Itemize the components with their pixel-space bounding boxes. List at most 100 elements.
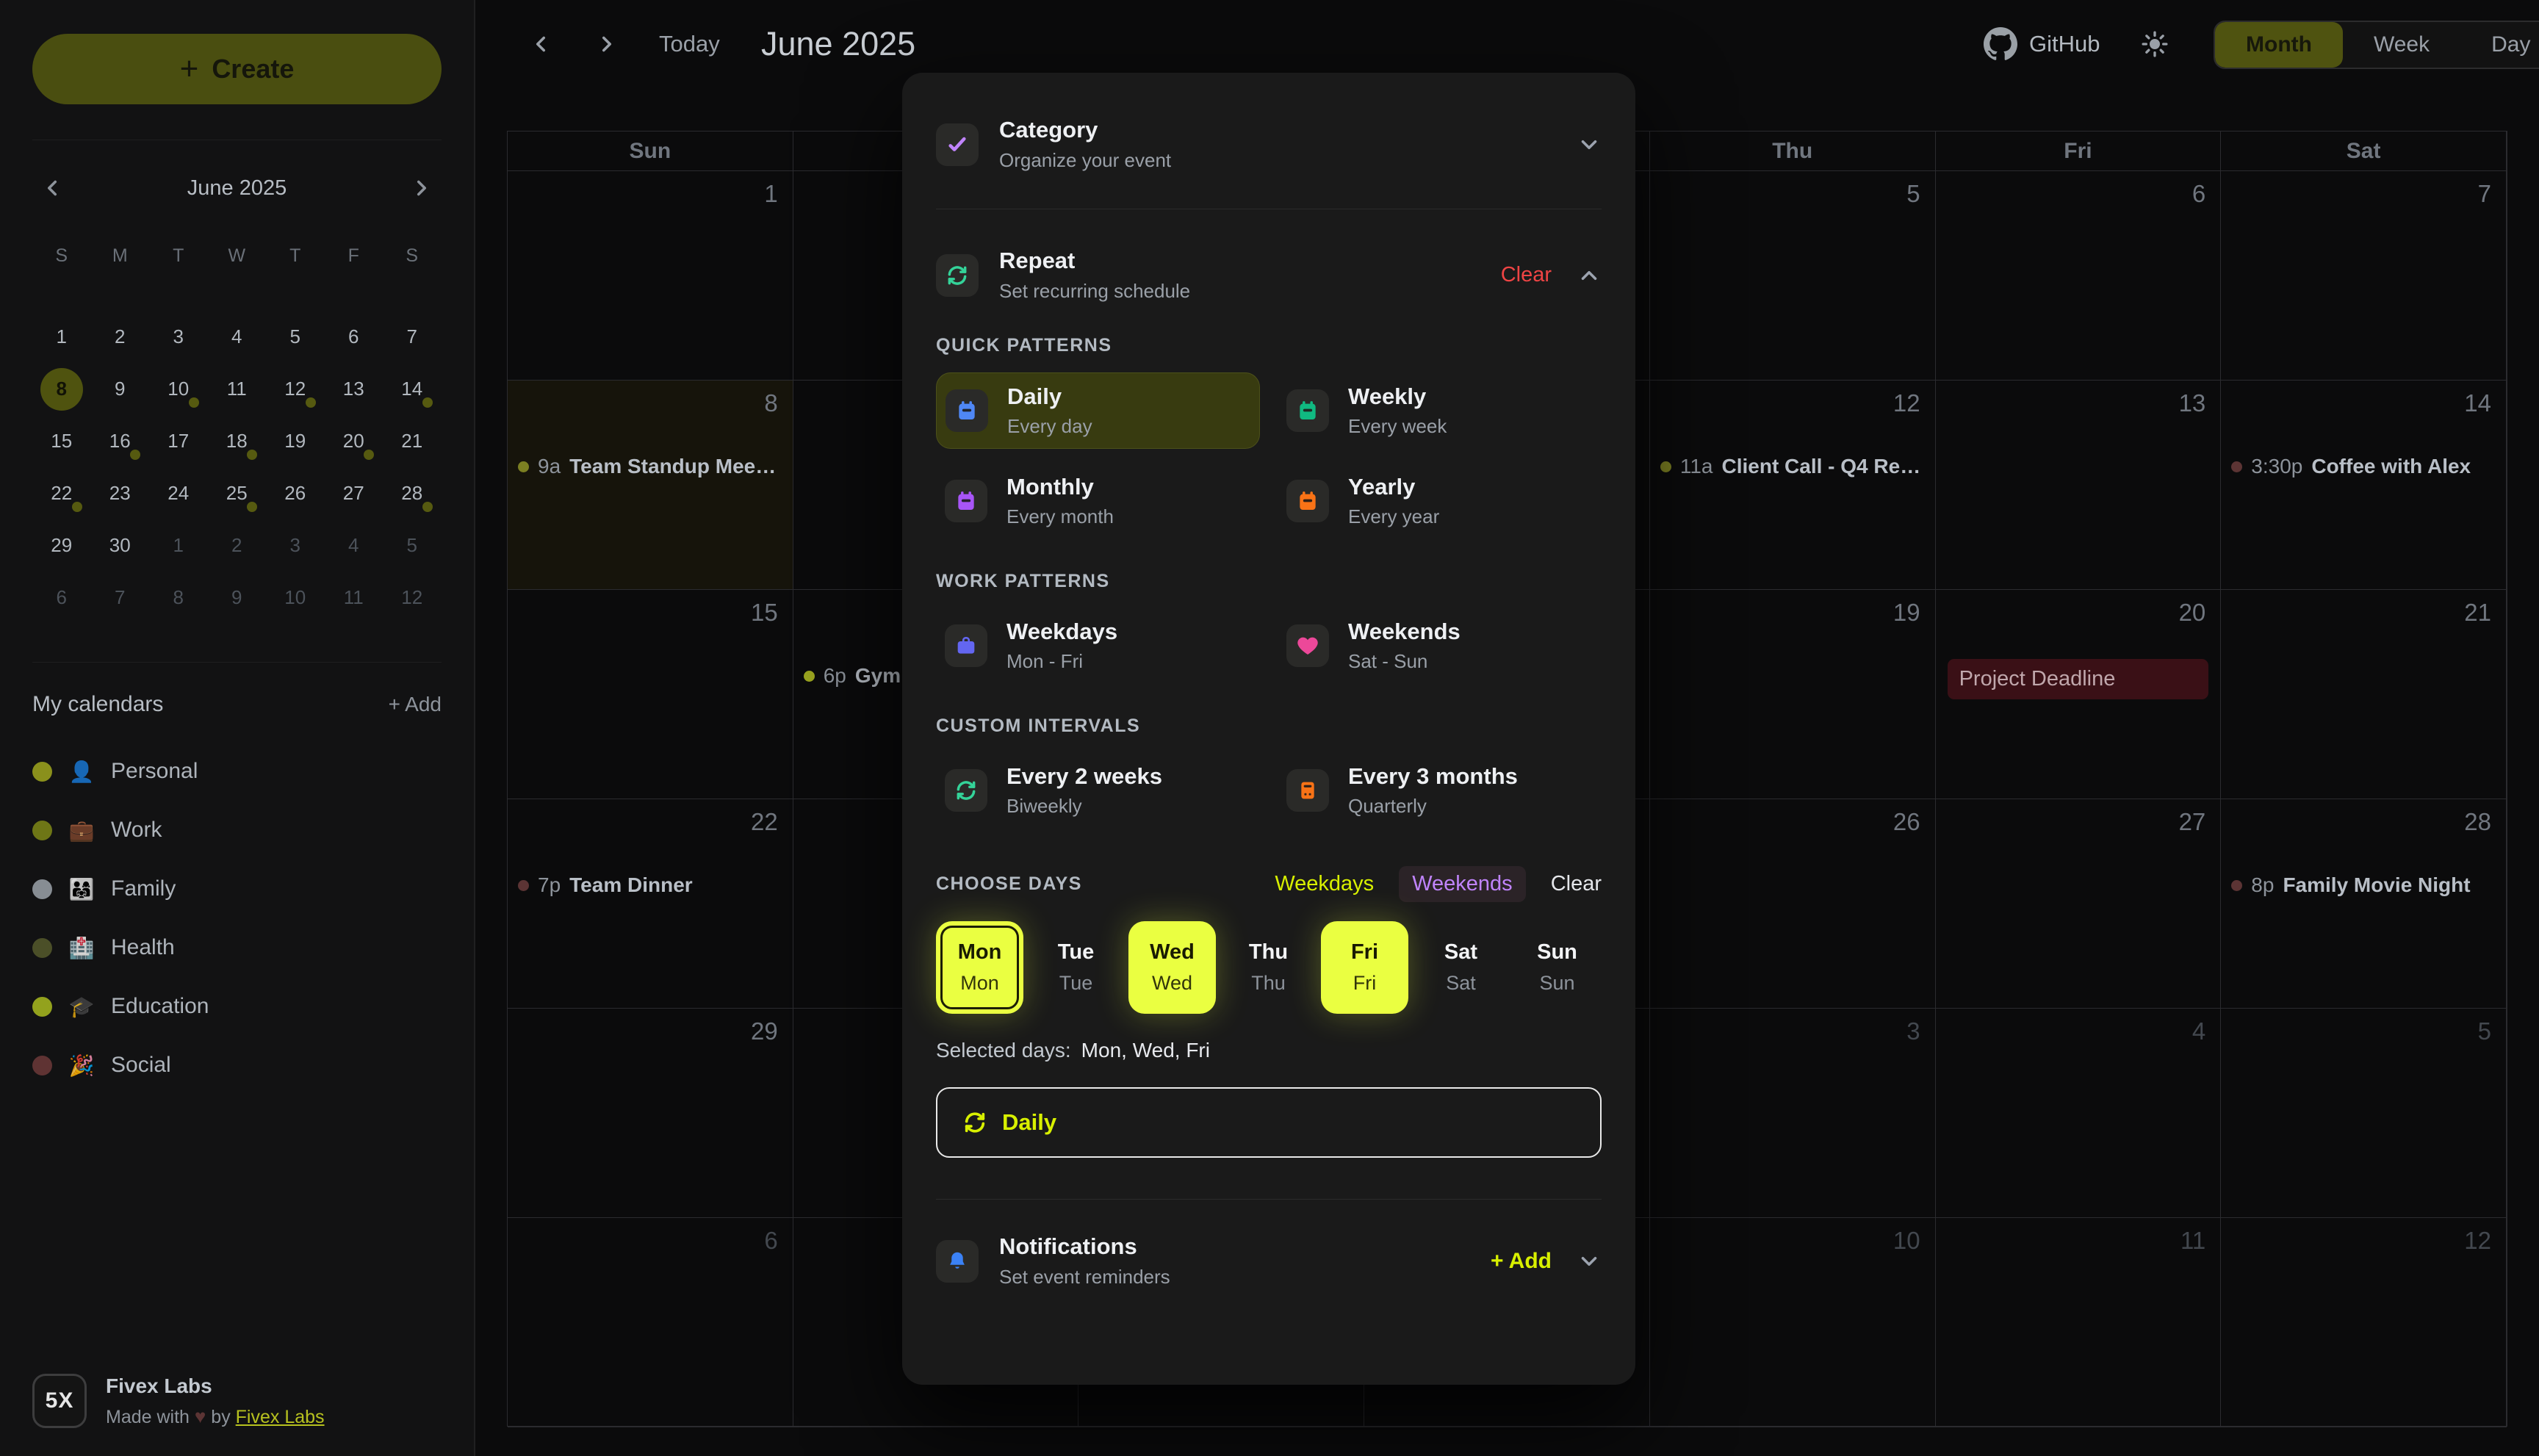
day-cell[interactable]: 13	[1936, 381, 2222, 590]
create-button[interactable]: + Create	[32, 34, 442, 104]
mini-cal-day[interactable]: 9	[208, 572, 267, 624]
mini-cal-day[interactable]: 11	[208, 363, 267, 415]
select-weekends-button[interactable]: Weekends	[1399, 866, 1526, 902]
mini-cal-day[interactable]: 7	[91, 572, 150, 624]
day-cell[interactable]: 1	[508, 171, 793, 381]
mini-cal-day[interactable]: 15	[32, 415, 91, 467]
event-item[interactable]: 3:30p Coffee with Alex	[2221, 450, 2506, 483]
mini-cal-day[interactable]: 7	[383, 311, 442, 363]
event-item[interactable]: Project Deadline	[1948, 659, 2209, 699]
mini-cal-day[interactable]: 19	[266, 415, 325, 467]
day-cell[interactable]: 20 Project Deadline	[1936, 590, 2222, 799]
tab-week[interactable]: Week	[2343, 22, 2460, 68]
day-cell[interactable]: 4	[1936, 1009, 2222, 1218]
day-cell[interactable]: 6	[1936, 171, 2222, 381]
day-cell[interactable]: 21	[2221, 590, 2507, 799]
mini-cal-day[interactable]: 6	[325, 311, 383, 363]
mini-cal-day[interactable]: 18	[208, 415, 267, 467]
day-toggle-button[interactable]: Sat Sat	[1417, 921, 1505, 1014]
day-cell[interactable]: 28 8p Family Movie Night	[2221, 799, 2507, 1009]
mini-cal-day[interactable]: 20	[325, 415, 383, 467]
day-cell[interactable]: 26	[1650, 799, 1936, 1009]
mini-cal-day[interactable]: 14	[383, 363, 442, 415]
mini-cal-day[interactable]: 8	[32, 363, 91, 415]
chevron-down-icon[interactable]	[1577, 1249, 1602, 1274]
interval-every-2-weeks[interactable]: Every 2 weeksBiweekly	[936, 753, 1260, 828]
mini-cal-prev-button[interactable]	[40, 176, 65, 201]
day-cell[interactable]: 3	[1650, 1009, 1936, 1218]
interval-every-3-months[interactable]: Every 3 monthsQuarterly	[1278, 753, 1602, 828]
event-item[interactable]: 9a Team Standup Meeting	[508, 450, 793, 483]
day-cell[interactable]: 11	[1936, 1218, 2222, 1427]
pattern-weekdays[interactable]: WeekdaysMon - Fri	[936, 608, 1260, 683]
mini-cal-day[interactable]: 29	[32, 519, 91, 572]
pattern-yearly[interactable]: YearlyEvery year	[1278, 464, 1602, 538]
fivex-labs-link[interactable]: Fivex Labs	[236, 1407, 325, 1427]
mini-cal-day[interactable]: 10	[149, 363, 208, 415]
day-cell[interactable]: 5	[1650, 171, 1936, 381]
add-notification-button[interactable]: + Add	[1491, 1249, 1552, 1274]
calendar-list-item[interactable]: 🎓 Education	[32, 977, 442, 1036]
event-item[interactable]: 11a Client Call - Q4 Review	[1650, 450, 1935, 483]
tab-day[interactable]: Day	[2460, 22, 2539, 68]
calendar-list-item[interactable]: 👨‍👩‍👧 Family	[32, 859, 442, 918]
mini-cal-day[interactable]: 3	[266, 519, 325, 572]
day-cell[interactable]: 6	[508, 1218, 793, 1427]
day-cell[interactable]: 8 9a Team Standup Meeting	[508, 381, 793, 590]
pattern-monthly[interactable]: MonthlyEvery month	[936, 464, 1260, 538]
calendar-list-item[interactable]: 💼 Work	[32, 801, 442, 859]
event-item[interactable]: 8p Family Movie Night	[2221, 868, 2506, 902]
mini-cal-day[interactable]: 1	[32, 311, 91, 363]
chevron-down-icon[interactable]	[1577, 132, 1602, 157]
notifications-section-row[interactable]: Notifications Set event reminders + Add	[936, 1233, 1602, 1289]
day-cell[interactable]: 12	[2221, 1218, 2507, 1427]
mini-cal-day[interactable]: 13	[325, 363, 383, 415]
mini-cal-day[interactable]: 5	[383, 519, 442, 572]
mini-cal-day[interactable]: 25	[208, 467, 267, 519]
repeat-clear-button[interactable]: Clear	[1501, 263, 1552, 287]
theme-toggle-button[interactable]	[2140, 21, 2169, 68]
day-toggle-button[interactable]: Mon Mon	[936, 921, 1023, 1014]
mini-cal-day[interactable]: 26	[266, 467, 325, 519]
mini-cal-day[interactable]: 16	[91, 415, 150, 467]
day-toggle-button[interactable]: Thu Thu	[1225, 921, 1312, 1014]
mini-cal-day[interactable]: 23	[91, 467, 150, 519]
mini-cal-day[interactable]: 27	[325, 467, 383, 519]
prev-month-button[interactable]	[528, 21, 553, 68]
day-toggle-button[interactable]: Tue Tue	[1032, 921, 1120, 1014]
mini-cal-day[interactable]: 30	[91, 519, 150, 572]
mini-cal-day[interactable]: 17	[149, 415, 208, 467]
day-cell[interactable]: 19	[1650, 590, 1936, 799]
day-toggle-button[interactable]: Fri Fri	[1321, 921, 1408, 1014]
calendar-list-item[interactable]: 🏥 Health	[32, 918, 442, 977]
clear-days-button[interactable]: Clear	[1551, 872, 1602, 896]
mini-cal-day[interactable]: 10	[266, 572, 325, 624]
calendar-list-item[interactable]: 👤 Personal	[32, 742, 442, 801]
mini-cal-day[interactable]: 21	[383, 415, 442, 467]
day-toggle-button[interactable]: Wed Wed	[1128, 921, 1216, 1014]
tab-month[interactable]: Month	[2215, 22, 2343, 68]
mini-cal-day[interactable]: 24	[149, 467, 208, 519]
github-link[interactable]: GitHub	[1984, 21, 2100, 68]
day-cell[interactable]: 29	[508, 1009, 793, 1218]
mini-cal-day[interactable]: 28	[383, 467, 442, 519]
day-cell[interactable]: 7	[2221, 171, 2507, 381]
mini-cal-day[interactable]: 12	[266, 363, 325, 415]
mini-cal-day[interactable]: 4	[325, 519, 383, 572]
mini-cal-day[interactable]: 2	[91, 311, 150, 363]
mini-cal-day[interactable]: 4	[208, 311, 267, 363]
mini-cal-day[interactable]: 2	[208, 519, 267, 572]
mini-cal-day[interactable]: 22	[32, 467, 91, 519]
calendar-list-item[interactable]: 🎉 Social	[32, 1036, 442, 1095]
mini-cal-day[interactable]: 1	[149, 519, 208, 572]
chevron-up-icon[interactable]	[1577, 263, 1602, 288]
day-cell[interactable]: 15	[508, 590, 793, 799]
day-toggle-button[interactable]: Sun Sun	[1513, 921, 1601, 1014]
repeat-section-row[interactable]: Repeat Set recurring schedule Clear	[936, 248, 1602, 303]
today-button[interactable]: Today	[659, 21, 720, 68]
mini-cal-day[interactable]: 11	[325, 572, 383, 624]
add-calendar-button[interactable]: + Add	[389, 693, 442, 716]
select-weekdays-button[interactable]: Weekdays	[1275, 872, 1374, 896]
event-item[interactable]: 7p Team Dinner	[508, 868, 793, 902]
day-cell[interactable]: 14 3:30p Coffee with Alex	[2221, 381, 2507, 590]
